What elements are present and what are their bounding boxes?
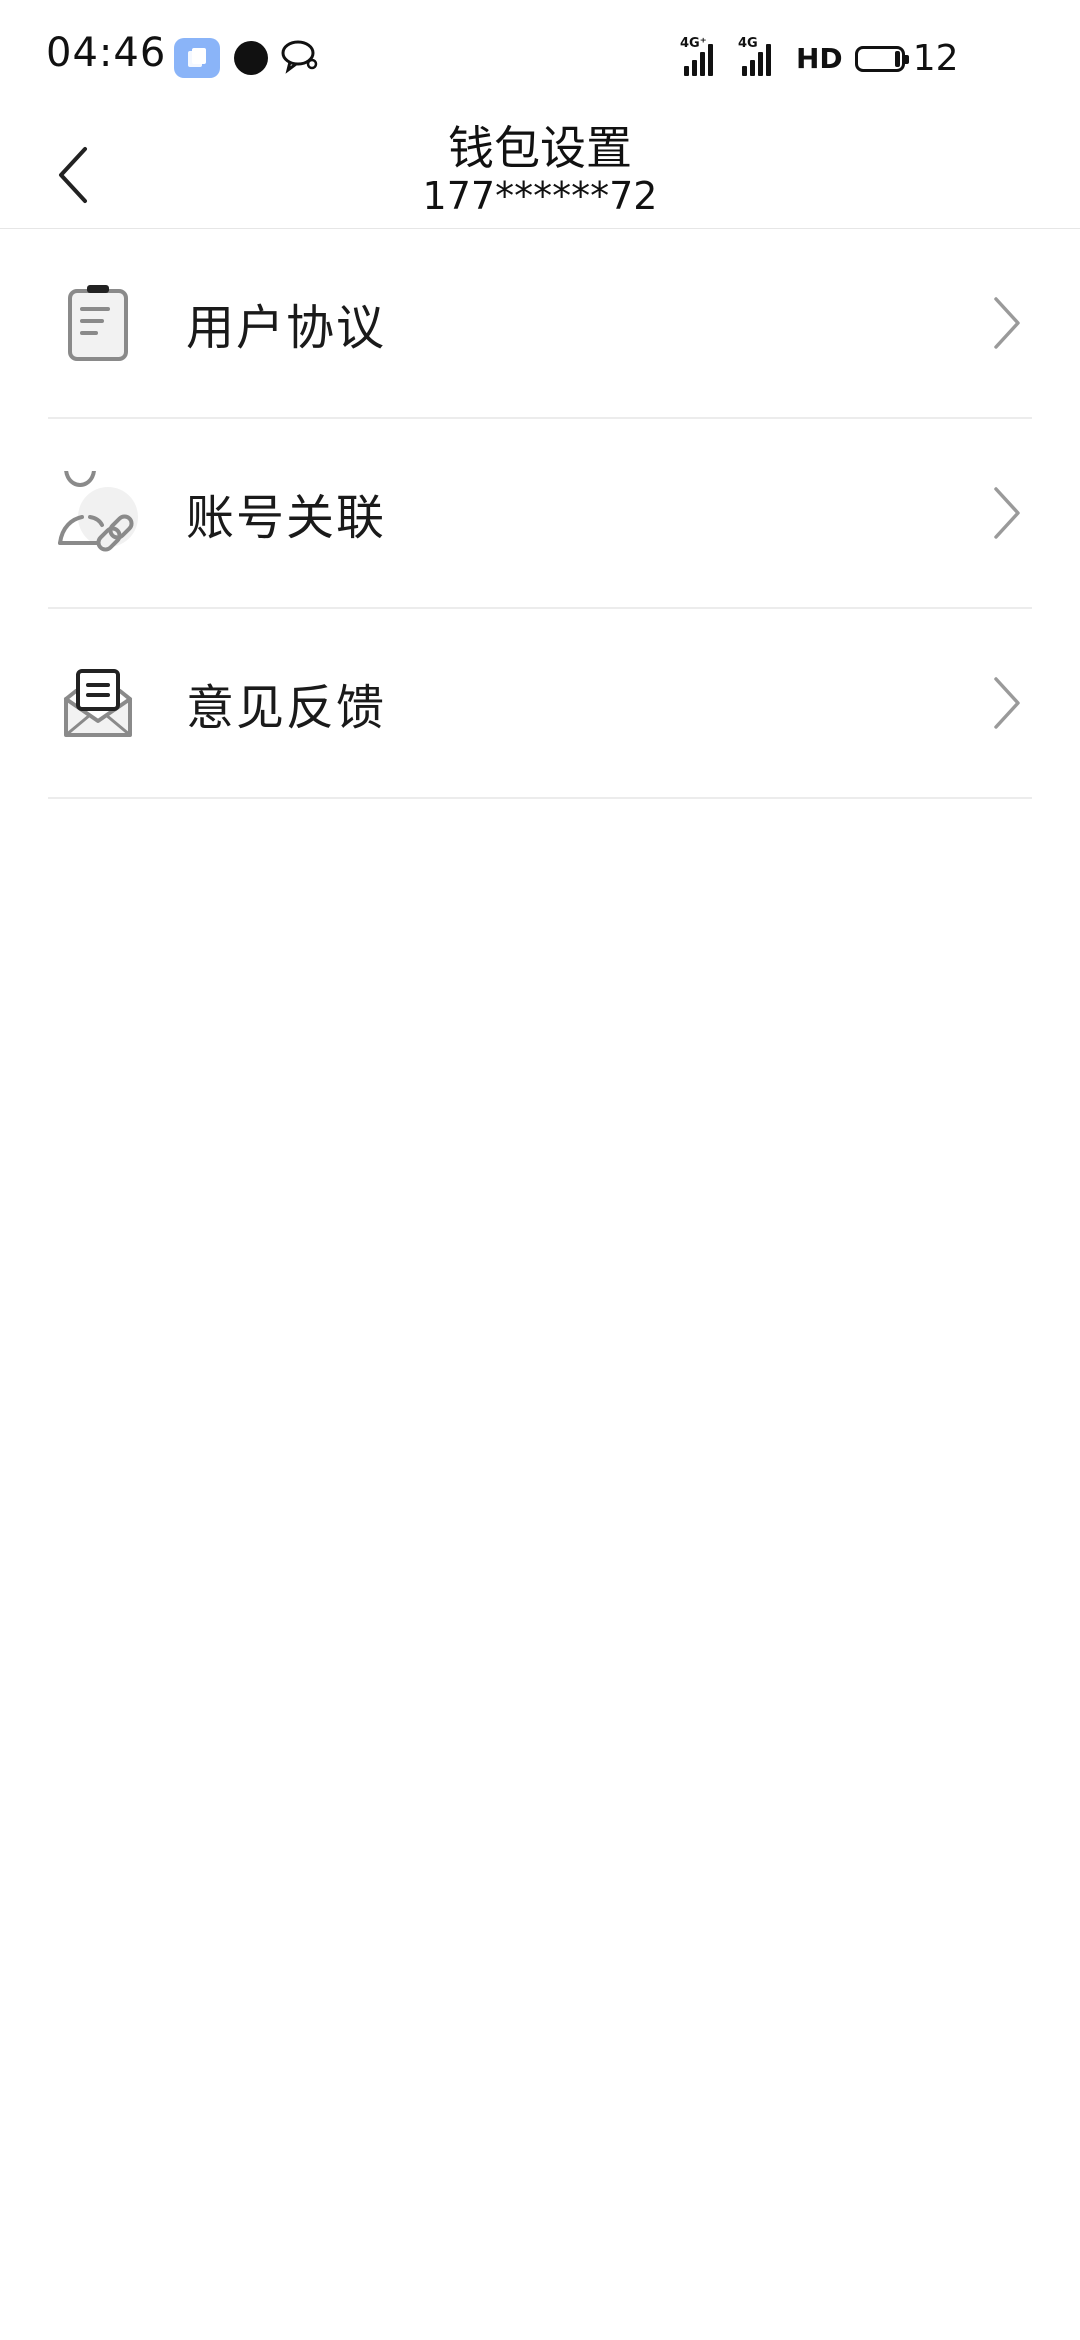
signal-icon: 4G⁺	[680, 36, 726, 76]
menu-item-feedback[interactable]: 意见反馈	[48, 609, 1032, 799]
network-type-1: 4G⁺	[680, 35, 707, 51]
settings-menu: 用户协议 账号关联 意见反馈	[0, 229, 1080, 799]
status-time: 04:46	[46, 30, 167, 76]
nav-bar: 钱包设置 177******72	[0, 120, 1080, 229]
menu-item-user-agreement[interactable]: 用户协议	[48, 229, 1032, 419]
app-badge-icon	[174, 38, 220, 78]
signal-icon: 4G	[738, 36, 784, 76]
status-bar: 04:46 4G⁺ 4G HD 12	[0, 0, 1080, 120]
status-indicators: 4G⁺ 4G HD 12	[680, 36, 959, 80]
envelope-open-icon	[52, 657, 144, 749]
clipboard-document-icon	[52, 277, 144, 369]
hd-label: HD	[796, 42, 843, 75]
battery-level: 12	[912, 38, 959, 79]
notification-dot-icon	[234, 41, 268, 75]
chevron-right-icon	[994, 677, 1020, 729]
account-number: 177******72	[422, 174, 658, 218]
menu-item-label: 账号关联	[186, 490, 387, 546]
page-title: 钱包设置	[448, 121, 632, 175]
user-link-icon	[52, 467, 144, 559]
menu-item-label: 用户协议	[186, 300, 387, 356]
menu-item-label: 意见反馈	[186, 680, 387, 736]
chevron-right-icon	[994, 297, 1020, 349]
chat-bubble-icon	[280, 38, 320, 78]
menu-item-account-link[interactable]: 账号关联	[48, 419, 1032, 609]
battery-icon	[854, 45, 909, 72]
chevron-right-icon	[994, 487, 1020, 539]
notification-icons	[174, 38, 320, 78]
network-type-2: 4G	[738, 35, 758, 51]
